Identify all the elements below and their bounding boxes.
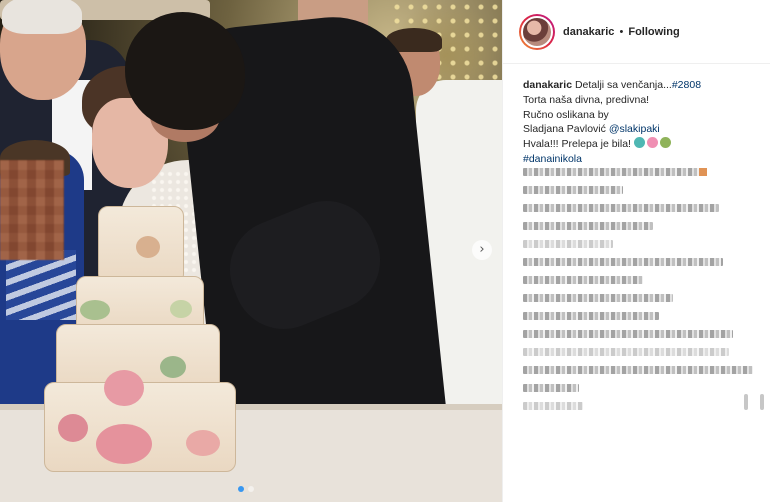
carousel-dot (248, 486, 254, 492)
caption-text-5: Hvala!!! Prelepa je bila! (523, 138, 631, 151)
cake-flower (186, 430, 220, 456)
post-side-panel: danakaric • Following danakaric Detalji … (502, 0, 770, 502)
caption-line-4: Sladjana Pavlović @slakipaki (523, 122, 754, 137)
child-shirt (6, 250, 76, 320)
comment-row (523, 312, 659, 320)
comment-row (523, 294, 673, 302)
carousel-indicator (238, 486, 254, 492)
hashtag-danainikola[interactable]: #danainikola (523, 152, 754, 167)
header-separator: • (619, 25, 624, 38)
mention-slakipaki[interactable]: @slakipaki (609, 123, 660, 135)
caption-line-5: Hvala!!! Prelepa je bila! (523, 137, 754, 152)
groom-head (125, 12, 245, 130)
following-button[interactable]: Following (628, 26, 679, 38)
post-header: danakaric • Following (503, 0, 770, 64)
comment-row (523, 222, 653, 230)
comment-row (523, 366, 753, 374)
cake-flower (96, 424, 152, 464)
cake-icon (659, 137, 671, 149)
child-face-pixelated (0, 160, 64, 260)
post-header-text: danakaric • Following (563, 26, 680, 38)
carousel-dot-active (238, 486, 244, 492)
comment-row (523, 384, 579, 392)
cake-leaf (170, 300, 192, 318)
caption-text-1: Detalji sa venčanja... (574, 79, 672, 91)
comment-row (523, 204, 719, 212)
guest-left-hair (2, 0, 82, 34)
comment-row (523, 402, 583, 410)
caption-text-4: Sladjana Pavlović (523, 123, 606, 136)
caption-line-3: Ručno oslikana by (523, 108, 609, 121)
caption-line-2: Torta naša divna, predivna! (523, 93, 650, 106)
username-link[interactable]: danakaric (563, 26, 614, 38)
comment-row (523, 348, 729, 356)
comment-row (523, 276, 643, 284)
post-photo[interactable]: › (0, 0, 502, 502)
scrollbar-thumb[interactable] (744, 394, 748, 410)
caption-line-1: danakaric Detalji sa venčanja...#2808 (523, 78, 754, 93)
cake-flower (58, 414, 88, 442)
cake-flower (104, 370, 144, 406)
cake-flower (136, 236, 160, 258)
comment-row (523, 330, 733, 338)
hashtag-2808[interactable]: #2808 (672, 79, 701, 91)
comment-row (523, 168, 707, 176)
unicorn-icon (633, 137, 645, 149)
chevron-right-icon: › (479, 242, 485, 257)
avatar[interactable] (519, 13, 555, 50)
scrollbar-thumb[interactable] (760, 394, 764, 410)
carousel-next-button[interactable]: › (472, 240, 492, 260)
blossom-icon (646, 137, 658, 149)
comment-row (523, 258, 723, 266)
comments-blurred (523, 168, 759, 420)
post-caption: danakaric Detalji sa venčanja...#2808 To… (503, 64, 770, 167)
caption-username[interactable]: danakaric (523, 79, 572, 91)
cake-leaf (80, 300, 110, 320)
cake-leaf (160, 356, 186, 378)
comment-row (523, 240, 613, 248)
comment-row (523, 186, 623, 194)
